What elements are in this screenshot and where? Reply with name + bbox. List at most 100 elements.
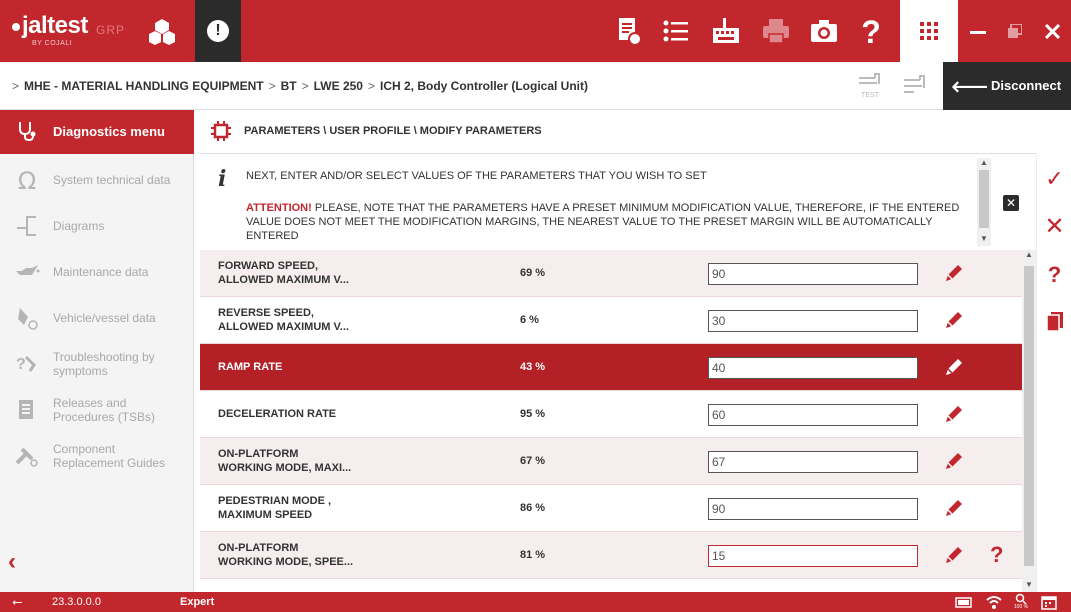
back-chevron-icon[interactable]: ‹: [8, 550, 16, 574]
scrollbar-thumb[interactable]: [979, 170, 989, 228]
pencil-icon[interactable]: [943, 403, 965, 425]
chip-icon: [211, 121, 231, 141]
breadcrumb-item[interactable]: MHE - MATERIAL HANDLING EQUIPMENT: [24, 79, 264, 93]
confirm-button[interactable]: ✓: [1037, 166, 1071, 192]
user-mode: Expert: [180, 596, 215, 608]
parameter-value-input[interactable]: [708, 498, 918, 520]
diagram-icon: [17, 216, 36, 236]
battery-icon: [955, 597, 972, 608]
pencil-icon[interactable]: [943, 497, 965, 519]
pencil-icon[interactable]: [943, 450, 965, 472]
grp-label: GRP: [96, 23, 126, 37]
scroll-up-icon[interactable]: ▲: [977, 158, 991, 167]
pencil-icon[interactable]: [943, 262, 965, 284]
apps-grid-button[interactable]: [900, 0, 958, 62]
parameter-percent: 81 %: [520, 549, 546, 561]
parameter-row[interactable]: ON-PLATFORMWORKING MODE, SPEE... 81 % ?: [200, 532, 1022, 579]
sidebar-item-releases-tsbs[interactable]: Releases and Procedures (TSBs): [0, 387, 194, 433]
parameter-percent: 43 %: [520, 361, 546, 373]
sidebar-item-diagnostics-menu[interactable]: Diagnostics menu: [0, 110, 194, 154]
stethoscope-icon: [19, 122, 36, 142]
parameter-percent: 86 %: [520, 502, 546, 514]
breadcrumb-item[interactable]: BT: [281, 79, 297, 93]
sidebar-item-troubleshooting[interactable]: ? Troubleshooting by symptoms: [0, 341, 194, 387]
troubleshooting-icon: ?: [16, 355, 36, 373]
list-icon[interactable]: [660, 15, 692, 47]
zoom-icon: [1015, 593, 1027, 604]
parameter-row[interactable]: FORWARD SPEED, ALLOWED MAXIMUM V... 69 %: [200, 250, 1022, 297]
jaltest-logo: jaltest: [12, 14, 88, 38]
wifi-icon: [986, 596, 1002, 609]
close-info-button[interactable]: ✕: [1003, 195, 1019, 211]
replacement-icon: [15, 447, 38, 467]
parameter-scrollbar[interactable]: ▲ ▼: [1022, 250, 1036, 592]
parameter-percent: 67 %: [520, 455, 546, 467]
modules-icon[interactable]: [148, 17, 176, 45]
arrow-left-icon: ⟵: [951, 71, 989, 101]
breadcrumb-bar: > MHE - MATERIAL HANDLING EQUIPMENT > BT > LW…: [0, 62, 1071, 110]
parameter-row-selected[interactable]: RAMP RATE 43 %: [200, 344, 1022, 391]
connection-status-icon: [904, 75, 925, 93]
status-bar: ⭠ 23.3.0.0.0 Expert 100 %: [0, 592, 1071, 612]
parameter-percent: 6 %: [520, 314, 539, 326]
parameter-percent: 69 %: [520, 267, 546, 279]
breadcrumb-item[interactable]: ICH 2, Body Controller (Logical Unit): [380, 79, 588, 93]
logo-subtitle: BY COJALI: [32, 40, 73, 47]
close-icon: [1045, 24, 1060, 39]
calendar-icon: [1041, 596, 1057, 610]
copy-icon[interactable]: [1045, 310, 1065, 332]
sidebar-item-component-replacement[interactable]: Component Replacement Guides: [0, 433, 194, 479]
scrollbar-thumb[interactable]: [1024, 266, 1034, 566]
scroll-up-icon[interactable]: ▲: [1022, 250, 1036, 259]
printer-icon[interactable]: [760, 15, 792, 47]
vehicle-data-icon: [18, 308, 38, 330]
svg-text:?: ?: [16, 356, 26, 373]
sidebar-item-vehicle-vessel-data[interactable]: Vehicle/vessel data: [0, 295, 194, 341]
parameter-list: FORWARD SPEED, ALLOWED MAXIMUM V... 69 % …: [200, 250, 1022, 592]
camera-icon[interactable]: [808, 15, 840, 47]
help-button[interactable]: ?: [1037, 262, 1071, 288]
scroll-down-icon[interactable]: ▼: [977, 234, 991, 243]
pencil-icon[interactable]: [943, 309, 965, 331]
parameter-value-input[interactable]: [708, 357, 918, 379]
report-icon[interactable]: [612, 15, 644, 47]
main-header: PARAMETERS \ USER PROFILE \ MODIFY PARAM…: [200, 110, 1036, 154]
sidebar-item-system-technical-data[interactable]: Ω System technical data: [0, 157, 194, 203]
pencil-icon[interactable]: [943, 356, 965, 378]
help-icon[interactable]: ?: [855, 15, 887, 47]
parameter-row[interactable]: DECELERATION RATE 95 %: [200, 391, 1022, 438]
action-column: ✓ ✕ ?: [1036, 154, 1071, 592]
disconnect-button[interactable]: ⟵ Disconnect: [943, 62, 1071, 110]
parameter-value-input[interactable]: [708, 263, 918, 285]
parameter-value-input[interactable]: [708, 545, 918, 567]
breadcrumb-item[interactable]: LWE 250: [314, 79, 363, 93]
pencil-icon[interactable]: [943, 544, 965, 566]
minimize-button[interactable]: [958, 0, 996, 62]
restore-icon: [1008, 24, 1022, 38]
alert-button[interactable]: !: [195, 0, 241, 62]
attention-message: ATTENTION! PLEASE, NOTE THAT THE PARAMET…: [246, 202, 960, 242]
parameter-row[interactable]: PEDESTRIAN MODE , MAXIMUM SPEED 86 %: [200, 485, 1022, 532]
sidebar-item-maintenance-data[interactable]: Maintenance data: [0, 249, 194, 295]
zoom-indicator[interactable]: 100 %: [1010, 593, 1032, 611]
top-toolbar: jaltest BY COJALI GRP ! ?: [0, 0, 1071, 62]
apps-grid-icon: [920, 22, 938, 40]
info-icon: i: [218, 166, 227, 192]
parameter-value-input[interactable]: [708, 451, 918, 473]
close-window-button[interactable]: [1033, 0, 1071, 62]
keyboard-icon[interactable]: [710, 15, 742, 47]
parameter-help-icon[interactable]: ?: [990, 542, 1003, 568]
info-scrollbar[interactable]: ▲ ▼: [977, 158, 991, 246]
scroll-down-icon[interactable]: ▼: [1022, 580, 1036, 589]
info-instruction: NEXT, ENTER AND/OR SELECT VALUES OF THE …: [246, 170, 707, 182]
oil-can-icon: [16, 265, 40, 275]
parameter-row[interactable]: REVERSE SPEED, ALLOWED MAXIMUM V... 6 %: [200, 297, 1022, 344]
parameter-row[interactable]: ON-PLATFORM WORKING MODE, MAXI... 67 %: [200, 438, 1022, 485]
parameter-value-input[interactable]: [708, 310, 918, 332]
parameter-value-input[interactable]: [708, 404, 918, 426]
parameter-percent: 95 %: [520, 408, 546, 420]
cancel-button[interactable]: ✕: [1037, 212, 1071, 241]
test-connection-icon[interactable]: TEST: [855, 70, 885, 100]
restore-button[interactable]: [996, 0, 1034, 62]
sidebar-item-diagrams[interactable]: Diagrams: [0, 203, 194, 249]
